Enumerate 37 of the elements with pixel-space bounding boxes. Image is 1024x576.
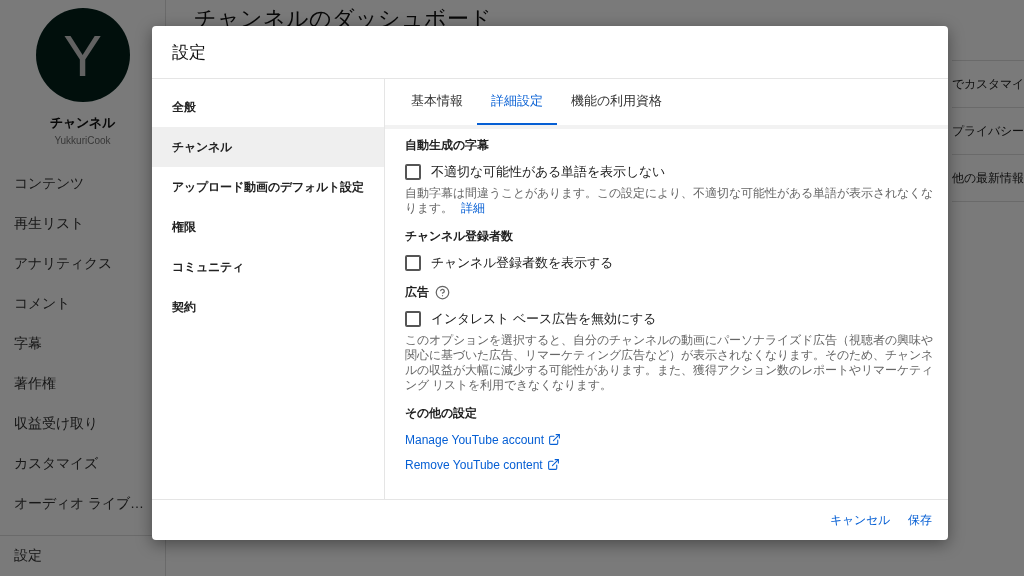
- tab[interactable]: 機能の利用資格: [557, 79, 676, 125]
- section-heading: チャンネル登録者数: [405, 228, 513, 245]
- channel-handle: YukkuriCook: [53, 135, 112, 146]
- dialog-nav-item[interactable]: 契約: [152, 287, 384, 327]
- tab[interactable]: 基本情報: [397, 79, 477, 125]
- channel-label: チャンネル: [49, 114, 116, 132]
- option-description: 自動字幕は間違うことがあります。この設定により、不適切な可能性がある単語が表示されなくなります。 詳細: [405, 186, 934, 216]
- checkbox[interactable]: [405, 164, 421, 180]
- dialog-nav-item[interactable]: 全般: [152, 87, 384, 127]
- cancel-button[interactable]: キャンセル: [826, 505, 894, 535]
- external-link[interactable]: Remove YouTube content: [405, 456, 936, 473]
- card-text: 他の最新情報: [952, 155, 1024, 202]
- section-heading: 広告: [405, 284, 429, 301]
- section-heading: 自動生成の字幕: [405, 137, 489, 154]
- checkbox-label: 不適切な可能性がある単語を表示しない: [431, 163, 665, 181]
- option-description: このオプションを選択すると、自分のチャンネルの動画にパーソナライズド広告（視聴者の興味や関心に基づいた広告、リマーケティング広告など）が表示されなくなります。そのため、チャンネルの収益が大幅に減少する可能性があります。また、獲得アクション数のレポートやリマーケティング リストを利用できなくなります。: [405, 333, 934, 393]
- checkbox[interactable]: [405, 255, 421, 271]
- card-text: でカスタマイ: [952, 61, 1024, 108]
- dialog-nav-item[interactable]: 権限: [152, 207, 384, 247]
- section-heading: その他の設定: [405, 405, 477, 422]
- avatar: Y: [35, 8, 130, 102]
- dialog-title: 設定: [152, 26, 948, 79]
- checkbox[interactable]: [405, 311, 421, 327]
- dialog-nav-item[interactable]: コミュニティ: [152, 247, 384, 287]
- details-link[interactable]: 詳細: [461, 202, 485, 214]
- card-text: プライバシー: [952, 108, 1024, 155]
- save-button[interactable]: 保存: [904, 505, 936, 535]
- checkbox-label: インタレスト ベース広告を無効にする: [431, 310, 656, 328]
- help-icon[interactable]: [435, 285, 450, 300]
- external-link-icon: [546, 458, 560, 471]
- dialog-nav-item[interactable]: チャンネル: [152, 127, 384, 167]
- external-link[interactable]: Manage YouTube account: [405, 431, 936, 448]
- dialog-nav-item[interactable]: アップロード動画のデフォルト設定: [152, 167, 384, 207]
- tab[interactable]: 詳細設定: [477, 79, 557, 125]
- external-link-icon: [548, 433, 561, 446]
- checkbox-label: チャンネル登録者数を表示する: [431, 254, 613, 272]
- sidebar-item[interactable]: 設定: [0, 536, 165, 576]
